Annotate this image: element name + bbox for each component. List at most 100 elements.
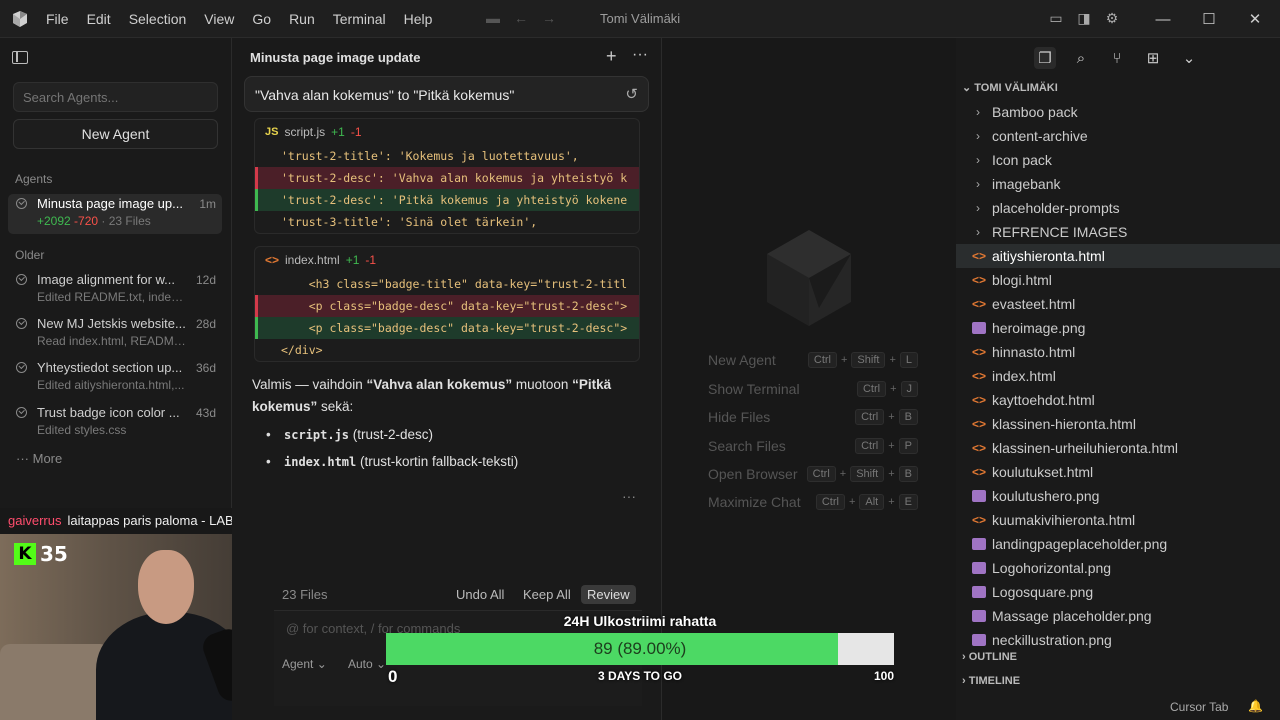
source-control-icon[interactable]: ⑂ — [1106, 47, 1128, 69]
diff-file-name: script.js — [284, 125, 326, 139]
file-item[interactable]: Logosquare.png — [956, 580, 1280, 604]
file-item[interactable]: landingpageplaceholder.png — [956, 532, 1280, 556]
file-item[interactable]: koulutushero.png — [956, 484, 1280, 508]
assistant-response: Valmis — vaihdoin “Vahva alan kokemus” m… — [252, 374, 642, 478]
menu-view[interactable]: View — [204, 11, 234, 27]
diff-line-removed: <p class="badge-desc" data-key="trust-2-… — [255, 295, 639, 317]
agent-item[interactable]: New MJ Jetskis website... 28d Read index… — [8, 314, 222, 354]
chevron-down-icon: ⌄ — [376, 657, 387, 671]
extensions-icon[interactable]: ⊞ — [1142, 47, 1164, 69]
response-bold-old: “Vahva alan kokemus” — [366, 377, 513, 392]
forward-arrow-icon[interactable]: → — [542, 10, 556, 26]
goal-progress-bar: 89 (89.00%) — [386, 633, 894, 665]
menu-selection[interactable]: Selection — [129, 11, 187, 27]
file-name: Logosquare.png — [992, 584, 1094, 600]
revert-icon[interactable]: ↺ — [625, 85, 638, 103]
diff-line-context: 'trust-2-title': 'Kokemus ja luotettavuu… — [281, 149, 579, 163]
workspace-root[interactable]: ⌄ TOMI VÄLIMÄKI — [962, 81, 1058, 94]
file-item[interactable]: <> kayttoehdot.html — [956, 388, 1280, 412]
changed-files-count[interactable]: 23 Files — [282, 587, 328, 602]
keep-all-button[interactable]: Keep All — [517, 585, 577, 604]
shortcut-label: Open Browser — [708, 466, 798, 482]
html-file-icon: <> — [972, 345, 987, 359]
file-item[interactable]: <> aitiyshieronta.html — [956, 244, 1280, 268]
folder-item[interactable]: › imagebank — [956, 172, 1280, 196]
file-code[interactable]: script.js — [284, 428, 349, 442]
menu-run[interactable]: Run — [289, 11, 315, 27]
menu-help[interactable]: Help — [404, 11, 433, 27]
close-icon[interactable]: ✕ — [1232, 10, 1278, 28]
file-code[interactable]: index.html — [284, 455, 356, 469]
agent-item[interactable]: Yhteystiedot section up... 36d Edited ai… — [8, 358, 222, 398]
menu-edit[interactable]: Edit — [87, 11, 111, 27]
search-icon[interactable]: ⌕ — [1070, 47, 1092, 69]
toggle-sidebar-icon[interactable]: ◨ — [1075, 9, 1093, 27]
agent-mode-select[interactable]: Agent ⌄ — [282, 657, 327, 671]
notification-bell-icon[interactable]: 🔔 — [1248, 699, 1263, 713]
minimize-icon[interactable]: — — [1140, 11, 1186, 28]
file-name: kayttoehdot.html — [992, 392, 1095, 408]
file-item[interactable]: neckillustration.png — [956, 628, 1280, 652]
folder-item[interactable]: › Icon pack — [956, 148, 1280, 172]
folder-item[interactable]: › content-archive — [956, 124, 1280, 148]
image-file-icon — [972, 538, 986, 550]
cursor-watermark-icon — [767, 230, 851, 326]
toggle-panel-icon[interactable]: ▭ — [1047, 9, 1065, 27]
cursor-tab-status[interactable]: Cursor Tab — [1170, 700, 1228, 714]
chat-icon[interactable]: ▬ — [486, 10, 500, 26]
agent-time: 1m — [199, 197, 216, 211]
outline-section[interactable]: › OUTLINE — [962, 651, 1017, 663]
folder-item[interactable]: › REFRENCE IMAGES — [956, 220, 1280, 244]
shortcut-keys: Ctrl + Shift + L — [807, 352, 918, 368]
review-button[interactable]: Review — [581, 585, 636, 604]
agent-title: Trust badge icon color ... — [37, 405, 180, 420]
key: Shift — [851, 352, 886, 368]
file-item[interactable]: <> koulutukset.html — [956, 460, 1280, 484]
html-file-icon: <> — [972, 249, 987, 263]
files-icon[interactable]: ❐ — [1034, 47, 1056, 69]
settings-gear-icon[interactable]: ⚙ — [1103, 9, 1121, 27]
menu-file[interactable]: File — [46, 11, 69, 27]
diff-file-header[interactable]: <> index.html +1 -1 — [255, 247, 639, 273]
chevron-down-icon[interactable]: ⌄ — [1178, 47, 1200, 69]
agent-item[interactable]: Trust badge icon color ... 43d Edited st… — [8, 403, 222, 443]
agent-item[interactable]: Image alignment for w... 12d Edited READ… — [8, 270, 222, 310]
file-item[interactable]: Massage placeholder.png — [956, 604, 1280, 628]
diff-file-header[interactable]: JS script.js +1 -1 — [255, 119, 639, 145]
file-item[interactable]: <> kuumakivihieronta.html — [956, 508, 1280, 532]
response-more-icon[interactable]: ··· — [622, 488, 636, 504]
more-options-icon[interactable]: ··· — [632, 46, 648, 64]
timeline-section[interactable]: › TIMELINE — [962, 675, 1020, 687]
agents-sidebar: New Agent Agents Minusta page image up..… — [0, 38, 232, 508]
menu-terminal[interactable]: Terminal — [333, 11, 386, 27]
menu-go[interactable]: Go — [252, 11, 271, 27]
folder-item[interactable]: › Bamboo pack — [956, 100, 1280, 124]
folder-item[interactable]: › placeholder-prompts — [956, 196, 1280, 220]
file-item[interactable]: <> klassinen-urheiluhieronta.html — [956, 436, 1280, 460]
agent-time: 36d — [195, 361, 216, 375]
file-item[interactable]: <> hinnasto.html — [956, 340, 1280, 364]
file-item[interactable]: Logohorizontal.png — [956, 556, 1280, 580]
file-item[interactable]: <> klassinen-hieronta.html — [956, 412, 1280, 436]
key: Ctrl — [855, 438, 885, 454]
search-agents-input[interactable] — [13, 82, 218, 112]
sidebar-toggle-icon[interactable] — [12, 51, 28, 64]
user-message[interactable]: "Vahva alan kokemus" to "Pitkä kokemus" … — [244, 76, 649, 112]
file-item[interactable]: <> evasteet.html — [956, 292, 1280, 316]
back-arrow-icon[interactable]: ← — [514, 10, 528, 26]
new-chat-plus-icon[interactable]: + — [606, 46, 617, 67]
file-item[interactable]: <> index.html — [956, 364, 1280, 388]
model-select[interactable]: Auto ⌄ — [348, 657, 386, 671]
chevron-right-icon: › — [976, 225, 980, 239]
window-title: Tomi Välimäki — [600, 11, 681, 26]
agent-item-active[interactable]: Minusta page image up... 1m +2092 -720 ·… — [8, 194, 222, 234]
lines-added: +2092 — [37, 214, 71, 228]
file-item[interactable]: <> blogi.html — [956, 268, 1280, 292]
file-name: evasteet.html — [992, 296, 1076, 312]
file-item[interactable]: heroimage.png — [956, 316, 1280, 340]
more-agents-link[interactable]: ··· More — [16, 451, 62, 466]
new-agent-button[interactable]: New Agent — [13, 119, 218, 149]
undo-all-button[interactable]: Undo All — [450, 585, 510, 604]
key: Alt — [859, 494, 885, 510]
maximize-icon[interactable]: ☐ — [1186, 10, 1232, 28]
